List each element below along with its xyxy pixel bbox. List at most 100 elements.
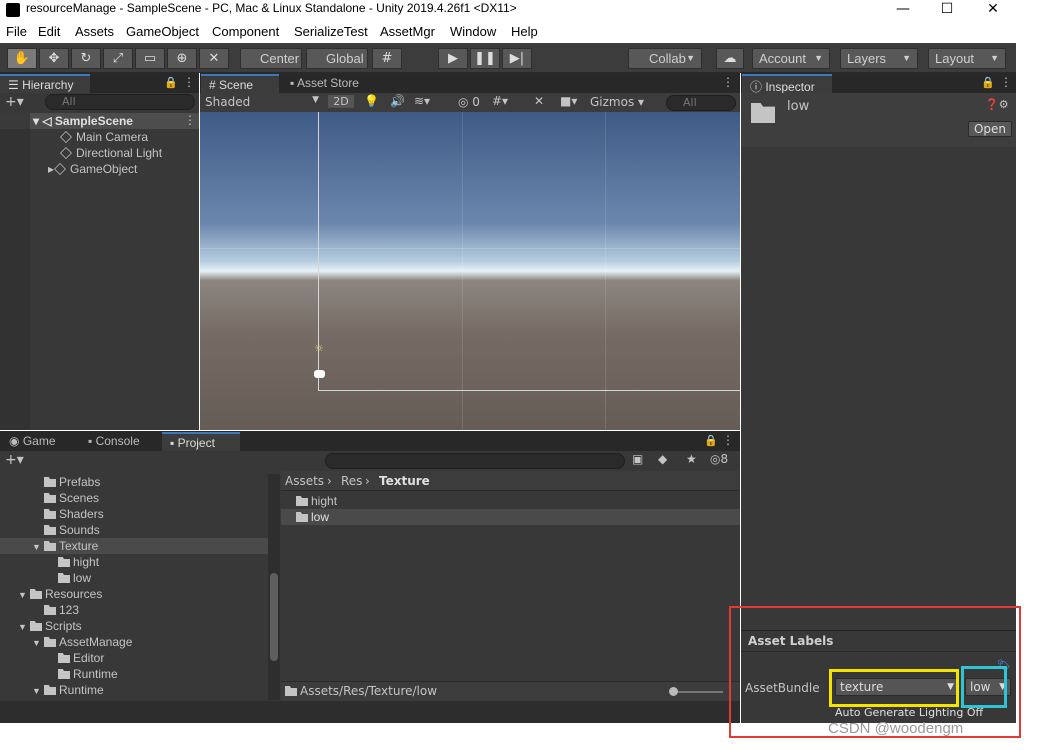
menu-component[interactable]: Component (212, 24, 279, 39)
global-button[interactable]: Global (306, 48, 368, 69)
rect-tool-icon[interactable]: ▭ (135, 48, 165, 69)
step-button[interactable]: ▶| (502, 48, 532, 69)
tree-item[interactable]: hight (46, 554, 99, 570)
tree-item[interactable]: Shaders (32, 506, 104, 522)
tree-item[interactable]: Runtime (46, 666, 118, 682)
tab-hierarchy[interactable]: ☰ Hierarchy (0, 74, 90, 93)
menu-file[interactable]: File (6, 24, 27, 39)
tree-item[interactable]: 123 (32, 602, 79, 618)
tree-item[interactable]: ▼ Scripts (18, 618, 82, 634)
list-item[interactable]: Directional Light (60, 145, 162, 161)
list-item[interactable]: hight (296, 493, 337, 509)
camera-gizmo-icon[interactable] (314, 370, 325, 378)
create-add-icon[interactable]: +▾ (5, 94, 24, 110)
tree-item[interactable]: Scenes (32, 490, 99, 506)
tab-asset-store[interactable]: ▪ Asset Store (282, 74, 382, 93)
light-icon[interactable]: 💡 (364, 94, 379, 108)
expand-arrow-icon[interactable]: ▼ (18, 587, 30, 603)
rotate-tool-icon[interactable]: ↻ (71, 48, 101, 69)
expand-arrow-icon[interactable]: ▼ (32, 635, 44, 651)
scrollbar-thumb[interactable] (270, 573, 278, 661)
menu-assetmgr[interactable]: AssetMgr (380, 24, 435, 39)
filter-label-icon[interactable]: ◆ (658, 452, 667, 466)
inspector-more-icon[interactable]: ⋮ (1000, 75, 1012, 89)
help-icon[interactable]: ❓⚙ (985, 98, 1009, 111)
tab-game[interactable]: ◉ Game (1, 432, 77, 451)
layout-dropdown[interactable]: Layout ▼ (928, 48, 1006, 69)
tab-console[interactable]: ▪ Console (80, 432, 160, 451)
scene-name[interactable]: ▾ ◁ SampleScene (33, 113, 133, 129)
pivot-center-button[interactable]: Center (240, 48, 302, 69)
cloud-icon[interactable]: ☁ (716, 48, 744, 69)
light-gizmo-icon[interactable]: ☼ (314, 342, 324, 355)
tree-item[interactable]: Sounds (32, 522, 100, 538)
gizmos-dropdown[interactable]: Gizmos ▾ (590, 95, 652, 109)
tab-inspector[interactable]: ⓘ Inspector (742, 74, 832, 94)
close-button[interactable]: ✕ (970, 0, 1016, 20)
move-tool-icon[interactable]: ✥ (39, 48, 69, 69)
scene-more-icon[interactable]: ⋮ (722, 75, 734, 89)
breadcrumb-texture[interactable]: Texture (379, 474, 430, 488)
maximize-button[interactable]: ☐ (924, 0, 970, 20)
tree-item[interactable]: ▼ AssetManage (32, 634, 132, 650)
grid-snap-icon[interactable]: # (372, 48, 402, 69)
scene-viewport[interactable]: ☼ (200, 112, 740, 430)
hidden-objects-toggle[interactable]: ◎ 0 (458, 95, 480, 109)
account-dropdown[interactable]: Account ▼ (752, 48, 830, 69)
expand-arrow-icon[interactable]: ▼ (18, 619, 30, 635)
scene-search-input[interactable]: All (666, 95, 736, 111)
tree-scrollbar[interactable] (268, 474, 280, 700)
list-item[interactable]: Main Camera (60, 129, 148, 145)
tools-icon[interactable]: ✕ (534, 94, 544, 108)
menu-help[interactable]: Help (511, 24, 538, 39)
more-menu-icon[interactable]: ⋮ (183, 75, 195, 89)
tree-item[interactable]: Editor (46, 650, 104, 666)
pause-button[interactable]: ❚❚ (470, 48, 500, 69)
project-search-input[interactable] (325, 453, 625, 469)
project-create-icon[interactable]: +▾ (5, 452, 24, 468)
icon-size-slider[interactable] (671, 691, 723, 693)
expand-arrow-icon[interactable]: ▼ (32, 683, 44, 699)
tree-item[interactable]: low (46, 570, 91, 586)
hidden-packages-toggle[interactable]: ◎8 (710, 452, 728, 466)
play-button[interactable]: ▶ (438, 48, 468, 69)
minimize-button[interactable]: — (880, 0, 926, 20)
project-more-icon[interactable]: ⋮ (722, 433, 734, 447)
camera-icon[interactable]: ■▾ (560, 94, 577, 108)
tree-item[interactable]: ▼ Resources (18, 586, 102, 602)
scale-tool-icon[interactable]: ⤢ (103, 48, 133, 69)
tab-project[interactable]: ▪ Project (162, 432, 240, 451)
menu-gameobject[interactable]: GameObject (126, 24, 199, 39)
tab-scene[interactable]: # Scene (201, 74, 279, 93)
menu-assets[interactable]: Assets (75, 24, 114, 39)
tree-item[interactable]: ▼ Texture (32, 538, 98, 554)
list-item[interactable]: low (296, 509, 329, 525)
tree-item[interactable]: Prefabs (32, 474, 100, 490)
layers-dropdown[interactable]: Layers ▼ (840, 48, 918, 69)
hand-tool-icon[interactable]: ✋ (7, 48, 37, 69)
menu-window[interactable]: Window (450, 24, 496, 39)
inspector-lock-icon[interactable]: 🔒 (981, 76, 995, 89)
filter-type-icon[interactable]: ▣ (632, 452, 643, 466)
project-lock-icon[interactable]: 🔒 (704, 434, 718, 447)
menu-edit[interactable]: Edit (38, 24, 60, 39)
audio-icon[interactable]: 🔊 (390, 94, 405, 108)
list-item[interactable]: ▸ GameObject (48, 161, 137, 177)
grid-icon[interactable]: #▾ (492, 94, 508, 108)
scene-menu-icon[interactable]: ⋮ (184, 113, 196, 127)
collab-dropdown[interactable]: Collab ▼ (628, 48, 702, 69)
transform-tool-icon[interactable]: ⊕ (167, 48, 197, 69)
effects-icon[interactable]: ≋▾ (414, 94, 430, 108)
slider-thumb[interactable] (669, 687, 678, 696)
expand-arrow-icon[interactable]: ▼ (32, 539, 44, 555)
2d-toggle[interactable]: 2D (328, 95, 354, 108)
hierarchy-search-input[interactable]: All (45, 94, 195, 110)
custom-tool-icon[interactable]: ✕ (199, 48, 229, 69)
tree-item[interactable]: ▼ Runtime (32, 682, 104, 698)
lock-icon[interactable]: 🔒 (164, 76, 178, 89)
menu-serializetest[interactable]: SerializeTest (294, 24, 368, 39)
shading-mode-dropdown[interactable]: Shaded ▼ (205, 95, 321, 109)
breadcrumb-assets[interactable]: Assets (285, 474, 324, 488)
breadcrumb-res[interactable]: Res (341, 474, 362, 488)
favorite-icon[interactable]: ★ (686, 452, 697, 466)
